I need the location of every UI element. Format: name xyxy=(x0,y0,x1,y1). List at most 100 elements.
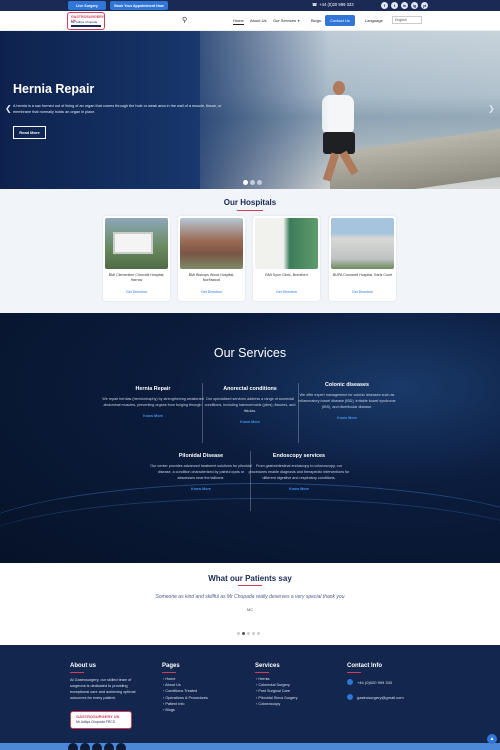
get-direction-link[interactable]: Get Direction xyxy=(253,290,320,294)
chevron-right-icon[interactable]: ❯ xyxy=(488,104,495,113)
language-value: English xyxy=(395,18,407,22)
know-more-link[interactable]: Know More xyxy=(199,420,301,424)
title-underline xyxy=(238,585,262,586)
footer-pages-list: › Home › About Us › Conditions Treated ›… xyxy=(163,676,208,713)
testimonial-dot[interactable] xyxy=(247,632,250,635)
hospitals-title: Our Hospitals xyxy=(223,198,277,207)
nav-blogs[interactable]: Blogs xyxy=(311,18,321,23)
nav-about[interactable]: About Us xyxy=(250,18,266,23)
service-description: We repair hernias (herniorrhaphy) by str… xyxy=(102,397,204,407)
footer-services-title: Services xyxy=(255,663,280,669)
footer-logo-text: GASTROSURGERY UK xyxy=(76,714,120,719)
testimonial-quote: Someone as kind and skillful as Mr Chopa… xyxy=(155,594,345,600)
hospital-image xyxy=(180,218,243,269)
hospital-name: BMI Clementine Churchill Hospital, Harro… xyxy=(108,273,165,282)
know-more-link[interactable]: Know More xyxy=(296,416,398,420)
slider-dot[interactable] xyxy=(243,180,248,185)
footer-pages-title: Pages xyxy=(162,663,180,669)
testimonial-dot[interactable] xyxy=(237,632,240,635)
hero-title: Hernia Repair xyxy=(13,82,95,96)
testimonial-dot[interactable] xyxy=(257,632,260,635)
site-logo[interactable]: GASTROSURGERY UK Mr. Aditya Chopada FRCS xyxy=(67,12,105,30)
hero-text: A hernia is a sac formed out of lining o… xyxy=(13,104,222,114)
runner-image xyxy=(333,81,345,95)
youtube-icon[interactable]: yt xyxy=(421,2,428,9)
footer-logo-subtext: Mr Aditya Chopada FRCS xyxy=(76,720,116,724)
service-pilonidal: Pilonidal Disease Our center provides ad… xyxy=(150,453,252,491)
title-underline xyxy=(70,672,84,673)
main-nav: GASTROSURGERY UK Mr. Aditya Chopada FRCS… xyxy=(0,11,500,31)
get-direction-link[interactable]: Get Direction xyxy=(103,290,170,294)
title-underline xyxy=(255,672,269,673)
service-title: Endoscopy services xyxy=(272,453,326,459)
footer-logo[interactable]: GASTROSURGERY UK Mr Aditya Chopada FRCS xyxy=(70,711,132,729)
footer-pages: Pages xyxy=(162,663,180,669)
title-underline xyxy=(237,210,263,211)
footer-services: Services xyxy=(255,663,280,669)
phone-icon xyxy=(347,679,353,685)
hospital-name: BUPA Cromwell Hospital, Earls Court xyxy=(332,273,393,277)
slider-dot[interactable] xyxy=(257,180,262,185)
hospital-card[interactable]: BMI Clementine Churchill Hospital, Harro… xyxy=(103,216,170,301)
linkedin-icon[interactable]: in xyxy=(401,2,408,9)
hospital-card[interactable]: BUPA Cromwell Hospital, Earls Court Get … xyxy=(329,216,396,301)
bubble xyxy=(116,743,126,750)
bubble xyxy=(92,743,102,750)
decorative-bubbles xyxy=(68,740,128,750)
read-more-button[interactable]: Read More xyxy=(13,126,46,139)
facebook-icon[interactable]: f xyxy=(381,2,388,9)
get-direction-link[interactable]: Get Direction xyxy=(329,290,396,294)
footer-link[interactable]: › Pilonidal Sinus Surgery xyxy=(256,695,298,701)
live-surgery-button[interactable]: Live Surgery xyxy=(68,1,106,10)
service-title: Anorectal conditions xyxy=(223,386,277,392)
site-footer: About us At Gastrosurgery, our skilled t… xyxy=(0,645,500,750)
footer-about-title: About us xyxy=(70,663,96,669)
nav-home[interactable]: Home xyxy=(233,18,244,25)
know-more-link[interactable]: Know More xyxy=(150,487,252,491)
logo-bar xyxy=(71,25,101,27)
hospital-sign xyxy=(113,232,153,254)
language-label: Language xyxy=(365,18,383,23)
service-title: Colonic diseases xyxy=(324,382,370,388)
service-description: Our center provides advanced treatment s… xyxy=(150,464,252,480)
testimonial-author: MC xyxy=(246,607,254,612)
know-more-link[interactable]: Know More xyxy=(248,487,350,491)
hospital-name: BMI Syon Clinic, Brentford xyxy=(265,273,308,277)
twitter-icon[interactable]: t xyxy=(391,2,398,9)
footer-link[interactable]: › Colonoscopy xyxy=(256,701,298,707)
service-title: Hernia Repair xyxy=(135,386,171,392)
slider-dot[interactable] xyxy=(250,180,255,185)
service-description: Our specialised services address a range… xyxy=(204,397,296,413)
footer-phone[interactable]: +44 (0)020 999 333 xyxy=(347,679,392,685)
services-title: Our Services xyxy=(213,346,287,360)
nav-services[interactable]: Our Services ▼ xyxy=(273,18,300,23)
contact-us-button[interactable]: Contact Us xyxy=(325,15,355,26)
testimonial-dot[interactable] xyxy=(242,632,245,635)
chevron-left-icon[interactable]: ❮ xyxy=(5,104,12,113)
hospital-name: BMI Bishops Wood Hospital, Northwood xyxy=(188,273,235,282)
get-direction-link[interactable]: Get Direction xyxy=(178,290,245,294)
language-select[interactable]: English xyxy=(392,16,422,24)
search-icon[interactable]: ⚲ xyxy=(182,16,187,24)
testimonial-dot[interactable] xyxy=(252,632,255,635)
top-bar: Live Surgery Book Your Appointment Now ☎… xyxy=(0,0,500,11)
footer-link[interactable]: › Blogs xyxy=(163,707,208,713)
book-appointment-button[interactable]: Book Your Appointment Now xyxy=(110,1,168,10)
hospital-image xyxy=(105,218,168,269)
instagram-icon[interactable]: ig xyxy=(411,2,418,9)
footer-email[interactable]: gastrosurgery@gmail.com xyxy=(347,694,404,700)
top-phone[interactable]: ☎ +44 (0)20 999 333 xyxy=(312,2,354,7)
hospital-card[interactable]: BMI Syon Clinic, Brentford Get Direction xyxy=(253,216,320,301)
know-more-link[interactable]: Know More xyxy=(102,414,204,418)
scroll-top-icon[interactable]: ▲ xyxy=(487,734,497,744)
testimonials-section: What our Patients say Someone as kind an… xyxy=(0,563,500,645)
top-phone-number: +44 (0)20 999 333 xyxy=(319,2,354,7)
nav-services-label: Our Services xyxy=(273,18,297,23)
service-endoscopy: Endoscopy services From gastrointestinal… xyxy=(248,453,350,491)
footer-about: About us xyxy=(70,663,96,669)
testimonials-title: What our Patients say xyxy=(208,574,292,583)
bubble xyxy=(68,743,78,750)
title-underline xyxy=(162,672,176,673)
hospital-card[interactable]: BMI Bishops Wood Hospital, Northwood Get… xyxy=(178,216,245,301)
footer-link[interactable]: › Operations & Procedures xyxy=(163,695,208,701)
